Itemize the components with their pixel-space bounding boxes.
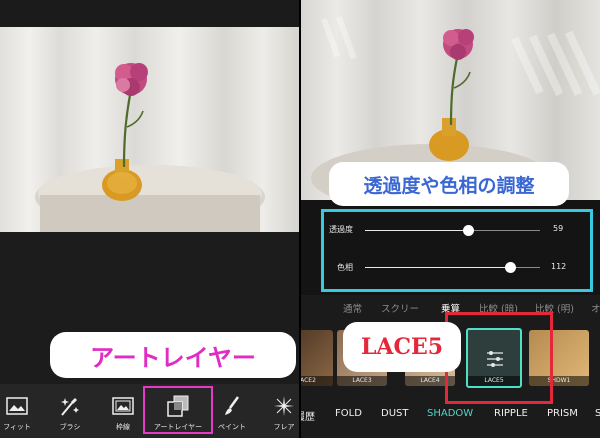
thumb-lace2[interactable]: ACE2: [301, 330, 333, 386]
art-layer-callout: アートレイヤー: [50, 332, 296, 378]
hue-slider-fill: [365, 267, 511, 268]
tab-fold[interactable]: FOLD: [335, 408, 362, 419]
texture-category-tabs: 履歴 FOLD DUST SHADOW RIPPLE PRISM S: [301, 403, 600, 433]
opacity-slider-label: 透過度: [329, 225, 353, 234]
tab-history[interactable]: 履歴: [301, 408, 315, 423]
tab-s[interactable]: S: [595, 408, 600, 419]
paint-brush-icon: [218, 394, 246, 418]
tool-label: ブラシ: [59, 423, 81, 431]
art-layer-highlight-box: [143, 386, 213, 434]
fit-image-icon: [3, 394, 31, 418]
lace5-highlight-box: [445, 312, 553, 404]
thumb-label: LACE3: [337, 376, 387, 386]
frame-icon: [109, 394, 137, 418]
blend-overlay[interactable]: オ: [591, 301, 600, 315]
brush-sparkle-icon: [56, 394, 84, 418]
opacity-slider-knob[interactable]: [462, 225, 474, 236]
tool-frame[interactable]: 枠線: [108, 384, 138, 438]
tab-shadow[interactable]: SHADOW: [427, 408, 473, 419]
hue-slider-label: 色相: [337, 263, 353, 272]
photo-canvas[interactable]: [0, 27, 299, 232]
right-screen: 透過度や色相の調整 透過度 59 色相 112 通常 スクリー 乗算 比較 (暗…: [301, 0, 600, 438]
tab-dust[interactable]: DUST: [381, 408, 408, 419]
tool-flare[interactable]: フレア: [270, 384, 298, 438]
tool-brush[interactable]: ブラシ: [52, 384, 88, 438]
tool-label: フレア: [273, 423, 295, 431]
tool-paint[interactable]: ペイント: [214, 384, 250, 438]
blend-normal[interactable]: 通常: [343, 301, 362, 315]
lace5-callout: LACE5: [343, 322, 461, 372]
opacity-slider-fill: [365, 230, 469, 231]
tab-prism[interactable]: PRISM: [547, 408, 578, 419]
opacity-slider-value: 59: [553, 224, 564, 233]
hue-slider-knob[interactable]: [504, 262, 516, 273]
tool-fit[interactable]: フィット: [0, 384, 34, 438]
tool-label: 枠線: [116, 423, 130, 431]
blend-screen[interactable]: スクリー: [381, 301, 419, 315]
tool-label: フィット: [3, 423, 31, 431]
thumb-label: ACE2: [301, 376, 333, 386]
flare-icon: [270, 394, 298, 418]
hue-slider-value: 112: [551, 262, 567, 271]
left-screen: アートレイヤー フィット ブラシ 枠線 アートレイヤー ペイント フレア: [0, 0, 299, 438]
adjustment-callout: 透過度や色相の調整: [329, 162, 569, 206]
tab-ripple[interactable]: RIPPLE: [494, 408, 528, 419]
adjustment-highlight-box: [321, 209, 593, 292]
tool-label: ペイント: [218, 423, 246, 431]
flower-photo: [0, 27, 299, 232]
